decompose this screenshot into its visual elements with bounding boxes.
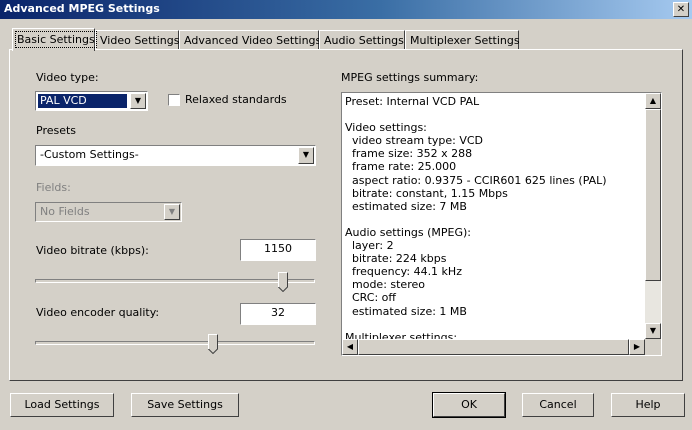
load-settings-button[interactable]: Load Settings — [10, 393, 114, 417]
cancel-button[interactable]: Cancel — [522, 393, 594, 417]
window-title: Advanced MPEG Settings — [4, 2, 160, 15]
tab-label: Video Settings — [100, 34, 180, 47]
tab-label: Basic Settings — [15, 31, 97, 48]
help-button[interactable]: Help — [611, 393, 685, 417]
close-button[interactable]: ✕ — [673, 2, 689, 17]
tab-label: Audio Settings — [324, 34, 404, 47]
title-bar: Advanced MPEG Settings ✕ — [0, 0, 692, 19]
ok-button[interactable]: OK — [432, 392, 506, 418]
tab-label: Advanced Video Settings — [184, 34, 322, 47]
tab-audio-settings[interactable]: Audio Settings — [319, 30, 405, 49]
tab-video-settings[interactable]: Video Settings — [95, 30, 179, 49]
tab-advanced-video-settings[interactable]: Advanced Video Settings — [179, 30, 322, 49]
tab-basic-settings[interactable]: Basic Settings — [12, 28, 97, 51]
tab-multiplexer-settings[interactable]: Multiplexer Settings — [405, 30, 520, 49]
save-settings-button[interactable]: Save Settings — [131, 393, 239, 417]
basic-settings-panel — [9, 49, 683, 381]
close-icon: ✕ — [676, 4, 686, 15]
tab-label: Multiplexer Settings — [410, 34, 520, 47]
